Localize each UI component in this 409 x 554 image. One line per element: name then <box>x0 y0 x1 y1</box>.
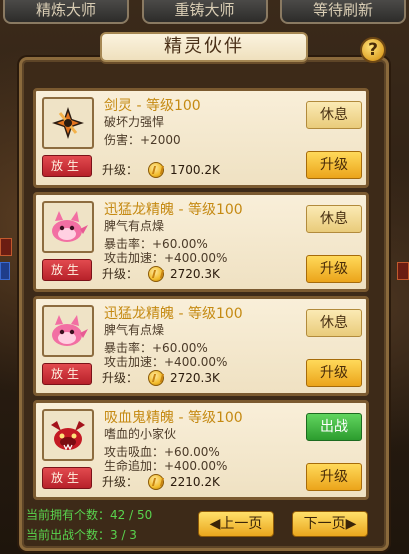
raptor-spirit-icon <box>42 305 94 357</box>
gold-coin-icon <box>148 473 165 490</box>
spirit-card: 迅猛龙精魄 - 等级100 脾气有点燥 暴击率：+60.00% 攻击加速：+40… <box>33 192 369 292</box>
upgrade-cost-label: 升级： <box>102 163 139 177</box>
spirit-card: 吸血鬼精魄 - 等级100 嗜血的小家伙 攻击吸血：+60.00% 生命追加：+… <box>33 400 369 500</box>
release-button[interactable]: 放生 <box>42 363 92 385</box>
rest-button[interactable]: 休息 <box>306 309 362 337</box>
upgrade-cost-label: 升级： <box>102 267 139 281</box>
gold-coin-icon <box>148 265 165 282</box>
upgrade-cost: 升级： 2210.2K <box>102 473 220 490</box>
upgrade-cost-value: 2210.2K <box>170 474 220 489</box>
vampire-spirit-icon <box>42 409 94 461</box>
spirit-card: 迅猛龙精魄 - 等级100 脾气有点燥 暴击率：+60.00% 攻击加速：+40… <box>33 296 369 396</box>
spirit-stat: 攻击加速：+400.00% <box>104 355 228 369</box>
release-button[interactable]: 放生 <box>42 155 92 177</box>
next-page-button[interactable]: 下一页▶ <box>292 511 368 537</box>
raptor-spirit-icon <box>42 201 94 253</box>
tab-waiting-refresh[interactable]: 等待刷新 <box>280 0 406 24</box>
gold-coin-icon <box>148 369 165 386</box>
owned-count: 当前拥有个数：42 / 50 <box>26 508 153 522</box>
spirit-stat: 伤害：+2000 <box>104 133 181 147</box>
spirit-card: 剑灵 - 等级100 破坏力强悍 伤害：+2000 放生 升级： 1700.2K… <box>33 88 369 188</box>
upgrade-cost-value: 1700.2K <box>170 162 220 177</box>
tab-refine-master[interactable]: 精炼大师 <box>3 0 129 24</box>
spirit-description: 嗜血的小家伙 <box>104 427 177 441</box>
rest-button[interactable]: 休息 <box>306 101 362 129</box>
upgrade-button[interactable]: 升级 <box>306 359 362 387</box>
spirit-name: 吸血鬼精魄 - 等级100 <box>104 410 243 426</box>
rest-button[interactable]: 休息 <box>306 205 362 233</box>
release-button[interactable]: 放生 <box>42 259 92 281</box>
panel-title: 精灵伙伴 <box>100 32 308 62</box>
upgrade-button[interactable]: 升级 <box>306 255 362 283</box>
spirit-name: 剑灵 - 等级100 <box>104 98 201 114</box>
deployed-count: 当前出战个数：3 / 3 <box>26 528 137 542</box>
upgrade-button[interactable]: 升级 <box>306 463 362 491</box>
left-side-decoration <box>0 238 12 256</box>
upgrade-cost-label: 升级： <box>102 371 139 385</box>
gold-coin-icon <box>148 161 165 178</box>
spirit-description: 脾气有点燥 <box>104 323 165 337</box>
deploy-button[interactable]: 出战 <box>306 413 362 441</box>
upgrade-cost-value: 2720.3K <box>170 266 220 281</box>
upgrade-button[interactable]: 升级 <box>306 151 362 179</box>
tab-recast-master[interactable]: 重铸大师 <box>141 0 268 24</box>
spirit-name: 迅猛龙精魄 - 等级100 <box>104 306 243 322</box>
upgrade-cost-label: 升级： <box>102 475 139 489</box>
spirit-description: 脾气有点燥 <box>104 219 165 233</box>
spirit-stat: 生命追加：+400.00% <box>104 459 228 473</box>
upgrade-cost: 升级： 1700.2K <box>102 161 220 178</box>
release-button[interactable]: 放生 <box>42 467 92 489</box>
left-side-decoration-2 <box>0 262 10 280</box>
spirit-description: 破坏力强悍 <box>104 115 165 129</box>
upgrade-cost-value: 2720.3K <box>170 370 220 385</box>
sword-spirit-icon <box>42 97 94 149</box>
upgrade-cost: 升级： 2720.3K <box>102 369 220 386</box>
top-tab-bar: 精炼大师 重铸大师 等待刷新 <box>0 0 409 26</box>
help-icon[interactable]: ? <box>360 37 386 63</box>
spirit-name: 迅猛龙精魄 - 等级100 <box>104 202 243 218</box>
upgrade-cost: 升级： 2720.3K <box>102 265 220 282</box>
spirit-card-list: 剑灵 - 等级100 破坏力强悍 伤害：+2000 放生 升级： 1700.2K… <box>33 88 369 504</box>
spirit-stat: 攻击加速：+400.00% <box>104 251 228 265</box>
prev-page-button[interactable]: ◀上一页 <box>198 511 274 537</box>
right-side-decoration <box>397 262 409 280</box>
